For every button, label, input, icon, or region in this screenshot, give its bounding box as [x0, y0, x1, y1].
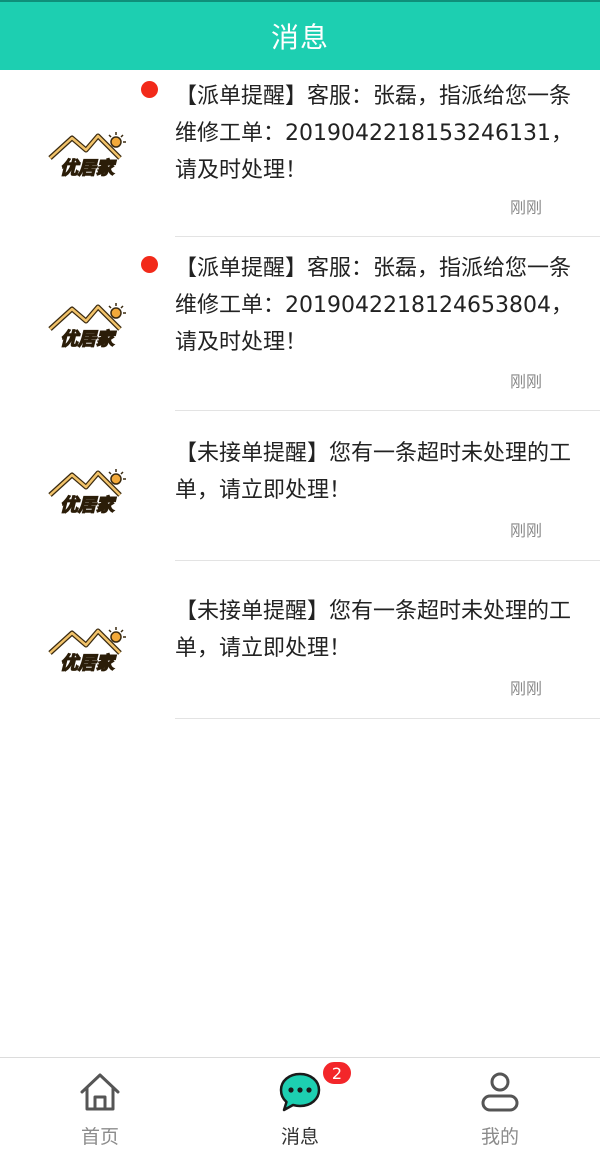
company-logo: 优居家 [48, 132, 126, 180]
message-item[interactable]: 优居家 【派单提醒】客服：张磊，指派给您一条维修工单：2019042218124… [0, 237, 600, 411]
unread-dot [141, 81, 158, 98]
company-logo: 优居家 [48, 627, 126, 675]
header-bar: 消息 [0, 0, 600, 70]
message-time: 刚刚 [509, 521, 542, 540]
svg-text:优居家: 优居家 [60, 653, 117, 674]
tab-mine[interactable]: 我的 [400, 1058, 600, 1167]
unread-dot [141, 256, 158, 273]
home-icon [80, 1073, 120, 1111]
tab-home-label: 首页 [80, 1126, 119, 1148]
message-text: 【未接单提醒】您有一条超时未处理的工单，请立即处理！ [175, 599, 572, 661]
message-item[interactable]: 优居家 【派单提醒】客服：张磊，指派给您一条维修工单：2019042218153… [0, 70, 600, 237]
unread-count-badge: 2 [321, 1060, 353, 1086]
svg-text:优居家: 优居家 [60, 329, 117, 350]
bottom-tab-bar: 首页 消息 2 我的 [0, 1057, 600, 1167]
tab-messages-label: 消息 [280, 1126, 319, 1148]
chat-bubble-icon [279, 1072, 321, 1112]
message-text: 【派单提醒】客服：张磊，指派给您一条维修工单：20190422181532461… [175, 84, 573, 183]
svg-text:优居家: 优居家 [60, 495, 117, 516]
page-title: 消息 [270, 21, 329, 54]
tab-mine-label: 我的 [480, 1126, 519, 1148]
message-item[interactable]: 优居家 【未接单提醒】您有一条超时未处理的工单，请立即处理！ 刚刚 [0, 561, 600, 719]
svg-text:优居家: 优居家 [60, 158, 117, 179]
message-text: 【未接单提醒】您有一条超时未处理的工单，请立即处理！ [175, 441, 572, 503]
message-time: 刚刚 [509, 372, 542, 391]
company-logo: 优居家 [48, 469, 126, 517]
user-icon [481, 1072, 519, 1112]
divider [175, 718, 600, 719]
message-text: 【派单提醒】客服：张磊，指派给您一条维修工单：20190422181246538… [175, 256, 573, 355]
message-time: 刚刚 [509, 679, 542, 698]
message-time: 刚刚 [509, 198, 542, 217]
message-item[interactable]: 优居家 【未接单提醒】您有一条超时未处理的工单，请立即处理！ 刚刚 [0, 411, 600, 561]
messages-screen: 消息 优居家 【派单提醒】客服：张磊，指派给您一条维修工单：2019042218… [0, 0, 600, 1167]
company-logo: 优居家 [48, 303, 126, 351]
tab-messages[interactable]: 消息 2 [200, 1058, 400, 1167]
message-list: 优居家 【派单提醒】客服：张磊，指派给您一条维修工单：2019042218153… [0, 70, 600, 719]
tab-home[interactable]: 首页 [0, 1058, 200, 1167]
